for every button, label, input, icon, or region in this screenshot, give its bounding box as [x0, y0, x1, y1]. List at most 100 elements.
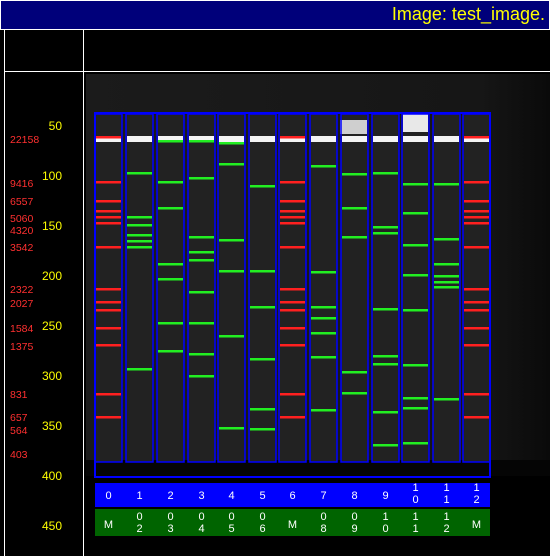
well-band-5 — [250, 136, 275, 142]
lane-number-line2: 1 — [443, 494, 449, 506]
lane-name-line1: 0 — [167, 511, 173, 523]
lane-number: 9 — [382, 490, 388, 502]
marker-band — [96, 288, 121, 291]
lane-smear-1 — [126, 114, 153, 462]
marker-band — [96, 393, 121, 396]
marker-size-label: 1375 — [10, 341, 34, 353]
well-band-1 — [127, 136, 152, 142]
sample-band — [403, 364, 428, 367]
marker-band — [96, 200, 121, 203]
sample-band — [403, 274, 428, 277]
lane-name-line1: 1 — [382, 511, 388, 523]
sample-band — [219, 239, 244, 242]
sample-band — [311, 271, 336, 274]
sample-band — [219, 427, 244, 430]
lane-name-line2: 6 — [259, 523, 265, 535]
sample-band — [219, 335, 244, 338]
lane-smear-2 — [157, 114, 184, 462]
sample-band — [373, 172, 398, 175]
lane-number: 1 — [136, 490, 142, 502]
sample-band — [342, 392, 367, 395]
marker-band — [280, 301, 305, 304]
sample-band — [373, 444, 398, 447]
sample-band — [342, 207, 367, 210]
marker-band — [464, 393, 489, 396]
marker-band — [96, 222, 121, 225]
sample-band — [127, 224, 152, 227]
sample-band — [434, 398, 459, 401]
sample-band — [403, 244, 428, 247]
lane-name-line1: 0 — [259, 511, 265, 523]
marker-size-label: 5060 — [10, 213, 34, 225]
marker-size-label: 831 — [10, 389, 28, 401]
marker-band — [96, 136, 121, 139]
sample-band — [189, 291, 214, 294]
marker-band — [280, 393, 305, 396]
marker-band — [464, 246, 489, 249]
lane-name-line2: 2 — [443, 523, 449, 535]
marker-size-label: 403 — [10, 449, 28, 461]
sample-band — [158, 350, 183, 353]
lane-name-line2: 5 — [228, 523, 234, 535]
lane-name-line1: 0 — [136, 511, 142, 523]
marker-band — [464, 309, 489, 312]
lane-number-line1: 1 — [473, 482, 479, 494]
sample-band — [434, 238, 459, 241]
lane-name-line2: 3 — [167, 523, 173, 535]
sample-band — [158, 207, 183, 210]
sample-band — [342, 371, 367, 374]
sample-band — [250, 270, 275, 273]
gel-canvas: 50100150200250300350400450 2215894166557… — [10, 74, 550, 536]
sample-band — [403, 407, 428, 410]
marker-size-label: 2027 — [10, 298, 34, 310]
marker-band — [280, 416, 305, 419]
lane-number: 8 — [351, 490, 357, 502]
marker-size-label: 657 — [10, 412, 28, 424]
marker-band — [464, 288, 489, 291]
sample-band — [127, 216, 152, 219]
sample-band — [127, 240, 152, 243]
lane-name-line2: 1 — [412, 523, 418, 535]
y-tick-label: 150 — [42, 219, 62, 233]
lane-number: 0 — [105, 490, 111, 502]
marker-band — [96, 301, 121, 304]
y-tick-label: 350 — [42, 419, 62, 433]
lane-number: 2 — [167, 490, 173, 502]
marker-band — [464, 344, 489, 347]
sample-band — [158, 140, 183, 143]
lane-number: 3 — [198, 490, 204, 502]
marker-size-label: 2322 — [10, 284, 34, 296]
marker-band — [464, 327, 489, 330]
marker-band — [280, 210, 305, 213]
sample-band — [127, 172, 152, 175]
y-tick-label: 300 — [42, 369, 62, 383]
lane-name: M — [472, 519, 481, 531]
y-tick-label: 50 — [49, 119, 63, 133]
lane-smear-9 — [372, 114, 399, 462]
marker-band — [96, 416, 121, 419]
lane-name-line1: 1 — [443, 511, 449, 523]
sample-band — [311, 165, 336, 168]
sample-band — [434, 281, 459, 284]
well-band-10 — [403, 136, 428, 142]
sample-band — [158, 322, 183, 325]
marker-band — [280, 344, 305, 347]
lane-number: 6 — [289, 490, 295, 502]
y-tick-label: 450 — [42, 519, 62, 533]
sample-band — [127, 368, 152, 371]
y-tick-label: 200 — [42, 269, 62, 283]
marker-size-label: 564 — [10, 425, 28, 437]
lane-name-line1: 0 — [198, 511, 204, 523]
lane-number-line2: 2 — [473, 494, 479, 506]
well-band-8 — [342, 136, 367, 142]
sample-band — [403, 442, 428, 445]
lane-number: 7 — [320, 490, 326, 502]
marker-band — [280, 246, 305, 249]
marker-band — [96, 327, 121, 330]
lane-name: M — [288, 519, 297, 531]
sample-band — [189, 177, 214, 180]
marker-band — [464, 210, 489, 213]
sample-band — [189, 251, 214, 254]
sample-band — [127, 246, 152, 249]
sample-band — [311, 332, 336, 335]
